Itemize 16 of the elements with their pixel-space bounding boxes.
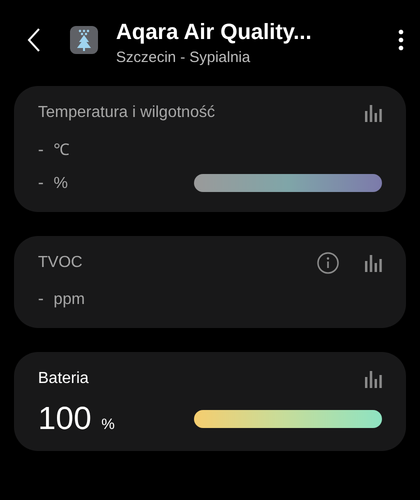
chart-icon[interactable] bbox=[365, 370, 382, 388]
card-title: Bateria bbox=[38, 370, 90, 388]
card-title: Temperatura i wilgotność bbox=[38, 104, 216, 122]
tree-icon bbox=[70, 26, 98, 54]
device-title: Aqara Air Quality... bbox=[116, 18, 313, 44]
more-options-button[interactable] bbox=[396, 29, 406, 51]
reading-unit: ppm bbox=[54, 291, 85, 308]
reading-unit: ℃ bbox=[54, 142, 70, 159]
device-location: Szczecin - Sypialnia bbox=[116, 48, 252, 66]
reading-value: - bbox=[38, 173, 44, 192]
reading-value: 100 bbox=[38, 400, 92, 436]
reading-value: - bbox=[38, 140, 44, 159]
reading-unit: % bbox=[101, 416, 115, 433]
reading-unit: % bbox=[54, 175, 68, 192]
card-title: TVOC bbox=[38, 254, 84, 272]
reading-value: - bbox=[38, 289, 44, 308]
